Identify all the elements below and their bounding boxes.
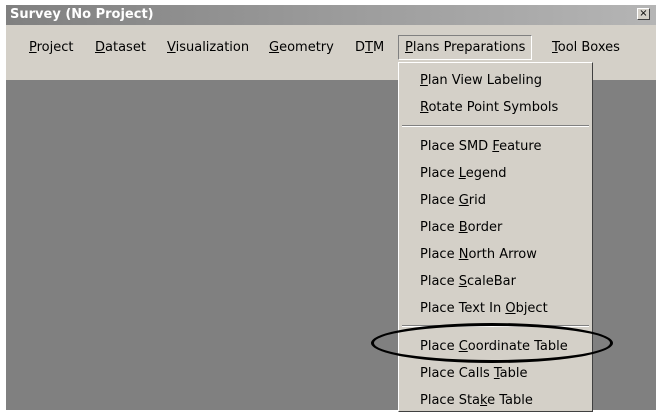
window-title: Survey (No Project) [10,7,154,22]
menu-item-place-north-arrow[interactable]: Place North Arrow [399,241,592,268]
menu-visualization[interactable]: Visualization [161,37,255,59]
menu-item-plan-view-labeling[interactable]: Plan View Labeling [399,67,592,94]
menu-item-rotate-point-symbols[interactable]: Rotate Point Symbols [399,94,592,121]
menu-geometry[interactable]: Geometry [263,37,340,59]
plans-preparations-dropdown: Plan View Labeling Rotate Point Symbols … [398,62,593,412]
menu-tool-boxes[interactable]: Tool Boxes [546,37,626,59]
menu-item-place-text-in-object[interactable]: Place Text In Object [399,295,592,322]
menu-item-place-grid[interactable]: Place Grid [399,187,592,214]
app-window: Survey (No Project) × Project Dataset Vi… [6,5,656,412]
menu-item-place-smd-feature[interactable]: Place SMD Feature [399,133,592,160]
menu-separator [402,125,589,127]
menu-item-place-border[interactable]: Place Border [399,214,592,241]
menu-item-place-scalebar[interactable]: Place ScaleBar [399,268,592,295]
menu-item-place-calls-table[interactable]: Place Calls Table [399,360,592,387]
menu-separator [402,325,589,327]
menu-dtm[interactable]: DTM [349,37,390,59]
menu-dataset[interactable]: Dataset [89,37,152,59]
title-bar[interactable]: Survey (No Project) × [6,5,656,25]
menu-item-place-legend[interactable]: Place Legend [399,160,592,187]
menu-plans-preparations[interactable]: Plans Preparations [398,35,533,60]
menu-bar: Project Dataset Visualization Geometry D… [6,25,656,62]
close-icon[interactable]: × [637,8,650,20]
menu-item-place-coordinate-table[interactable]: Place Coordinate Table [399,333,592,360]
menu-project[interactable]: Project [23,37,80,59]
